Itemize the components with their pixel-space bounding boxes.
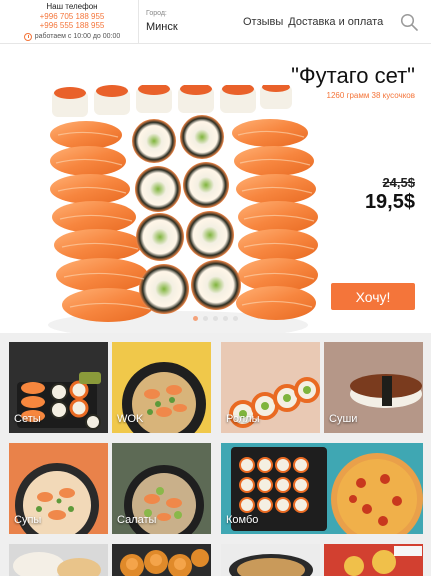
category-label: Супы [14, 514, 42, 526]
category-label: Комбо [226, 514, 259, 526]
header-divider [138, 0, 139, 44]
category-tile[interactable] [324, 544, 423, 576]
category-image [120, 549, 209, 576]
nav-delivery-link[interactable]: Доставка и оплата [288, 15, 383, 29]
slider-dot[interactable] [213, 316, 218, 321]
category-tile[interactable] [221, 544, 320, 576]
new-price: 19,5$ [364, 191, 415, 213]
sushi-set-image [48, 85, 318, 339]
category-tile-soups[interactable]: Супы [9, 443, 108, 534]
phone-title: Наш телефон [46, 2, 98, 11]
order-button[interactable]: Хочу! [331, 283, 415, 310]
hero-subtitle: 1260 грамм 38 кусочков [326, 91, 416, 100]
category-tile-rolls[interactable]: Роллы [221, 342, 320, 433]
page: { "header": { "phone_title": "Наш телефо… [0, 0, 431, 576]
city-selector[interactable]: Город: Минск [146, 9, 178, 34]
slider-dots [193, 316, 238, 321]
search-icon[interactable] [400, 13, 418, 31]
category-tile[interactable] [9, 544, 108, 576]
phone-number-1[interactable]: +996 705 188 955 [10, 12, 134, 21]
category-image [229, 554, 313, 576]
slider-dot[interactable] [233, 316, 238, 321]
city-value[interactable]: Минск [146, 20, 178, 34]
category-tile-salads[interactable]: Салаты [112, 443, 211, 534]
phone-number-2[interactable]: +996 555 188 955 [10, 21, 134, 30]
category-image [13, 552, 101, 576]
category-tile-sets[interactable]: Сеты [9, 342, 108, 433]
slider-dot[interactable] [203, 316, 208, 321]
category-tile-sushi[interactable]: Суши [324, 342, 423, 433]
category-label: Суши [329, 413, 358, 425]
hero-banner: "Футаго сет" 1260 грамм 38 кусочков 24,5… [0, 45, 431, 339]
clock-icon [23, 33, 32, 41]
top-nav: Отзывы Доставка и оплата [243, 15, 383, 29]
category-label: Роллы [226, 413, 260, 425]
working-hours: работаем с 10:00 до 00:00 [10, 32, 134, 42]
category-label: Сеты [14, 413, 41, 425]
header: Наш телефон +996 705 188 955 +996 555 18… [0, 0, 431, 44]
category-label: Салаты [117, 514, 157, 526]
category-tile-wok[interactable]: WOK [112, 342, 211, 433]
category-tile-combo[interactable]: Комбо [221, 443, 423, 534]
category-tile[interactable] [112, 544, 211, 576]
slider-dot[interactable] [223, 316, 228, 321]
city-label: Город: [146, 10, 167, 17]
working-hours-text: работаем с 10:00 до 00:00 [34, 33, 121, 40]
old-price: 24,5$ [382, 175, 415, 190]
category-image [324, 544, 423, 576]
nav-reviews-link[interactable]: Отзывы [243, 15, 283, 29]
hero-title: "Футаго сет" [291, 63, 415, 88]
phone-block: Наш телефон +996 705 188 955 +996 555 18… [10, 2, 134, 42]
slider-dot[interactable] [193, 316, 198, 321]
category-label: WOK [117, 413, 144, 425]
